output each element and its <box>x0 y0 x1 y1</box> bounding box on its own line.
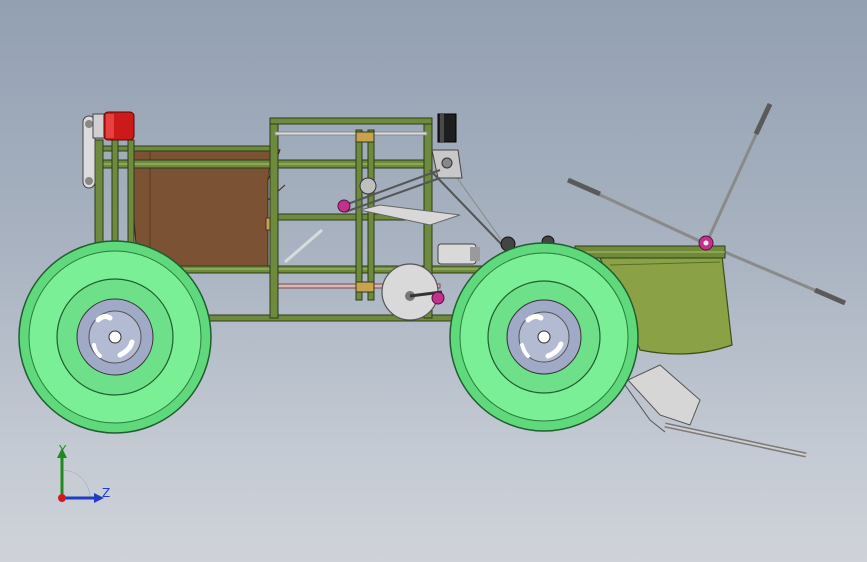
plough-blade <box>624 364 807 458</box>
red-motor <box>92 111 135 141</box>
rear-wheel <box>18 240 212 434</box>
vehicle-model[interactable] <box>0 0 867 562</box>
black-motor <box>431 113 463 179</box>
front-wheel <box>449 242 639 432</box>
x-axis-dot <box>58 494 66 502</box>
axis-triad <box>57 448 104 503</box>
cad-viewport[interactable]: Y Z <box>0 0 867 562</box>
y-axis-label: Y <box>59 443 67 457</box>
z-axis-label: Z <box>102 486 111 500</box>
